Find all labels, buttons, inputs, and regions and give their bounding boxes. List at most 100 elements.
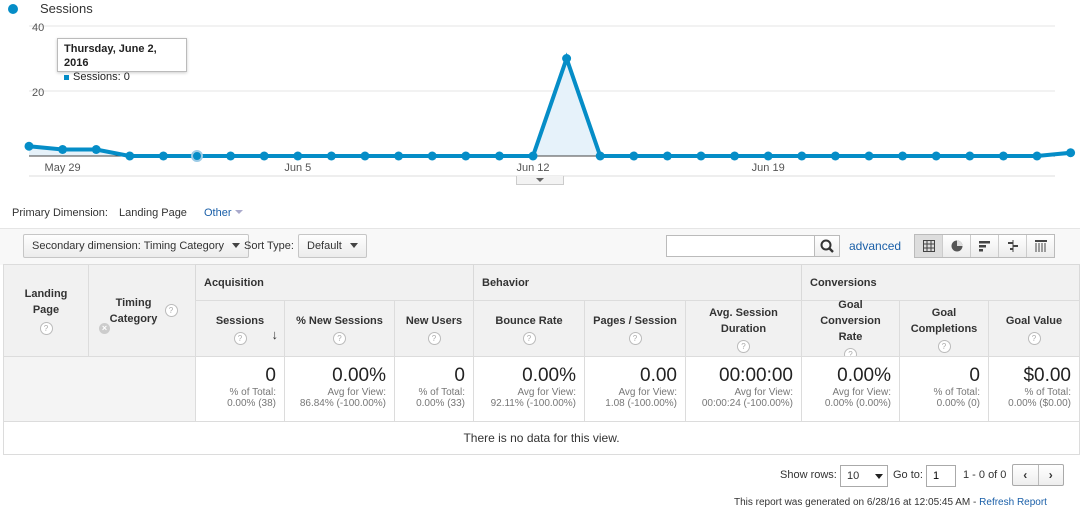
- total-caption: % of Total:: [229, 387, 276, 398]
- data-point: [730, 151, 740, 161]
- data-point: [931, 151, 941, 161]
- table-search-input[interactable]: [666, 235, 815, 257]
- pivot-view-icon[interactable]: [1027, 235, 1054, 257]
- data-table-view-icon[interactable]: [915, 235, 943, 257]
- metric-header-pages-session[interactable]: Pages / Session?: [584, 300, 686, 357]
- previous-page-button[interactable]: ‹: [1013, 465, 1039, 485]
- metric-header-label: New Users: [405, 314, 463, 327]
- metric-header-goal-completions[interactable]: Goal Completions?: [899, 300, 989, 357]
- data-point: [259, 151, 269, 161]
- total-value: 0.00%: [837, 365, 891, 386]
- data-point: [158, 151, 168, 161]
- help-icon[interactable]: ?: [427, 331, 441, 345]
- sessions-line-chart[interactable]: 40 20 May 29 Jun 5 Jun 12 Jun 19: [0, 0, 1080, 190]
- metric-header-label: Goal Completions: [910, 306, 978, 335]
- x-tick-label: Jun 5: [284, 162, 311, 174]
- landing-page-header-label: Landing Page: [24, 288, 68, 316]
- sort-type-value: Default: [307, 240, 342, 252]
- primary-dimension-landing-page[interactable]: Landing Page: [119, 207, 187, 219]
- performance-view-icon[interactable]: [971, 235, 999, 257]
- tooltip-series-swatch: [64, 74, 69, 80]
- data-point: [293, 151, 303, 161]
- goto-label: Go to:: [893, 469, 923, 481]
- total-value: 0.00: [640, 365, 677, 386]
- x-tick-label: Jun 19: [752, 162, 785, 174]
- data-point: [494, 151, 504, 161]
- data-point: [91, 145, 101, 154]
- show-rows-select[interactable]: 10: [840, 465, 888, 487]
- total-caption: Avg for View:: [327, 387, 386, 398]
- show-rows-label: Show rows:: [780, 469, 837, 481]
- total-value: 00:00:00: [719, 365, 793, 386]
- data-point: [763, 151, 773, 161]
- data-point: [898, 151, 908, 161]
- next-page-button[interactable]: ›: [1039, 465, 1064, 485]
- chevron-down-icon: [875, 474, 883, 483]
- help-icon[interactable]: ?: [39, 322, 53, 335]
- pie-chart-view-icon[interactable]: [943, 235, 971, 257]
- remove-dimension-icon[interactable]: ×: [99, 323, 110, 334]
- header-timing-category[interactable]: Timing Category ? ×: [88, 264, 196, 357]
- total-caption: Avg for View:: [517, 387, 576, 398]
- metric-header-goal-conversion-rate[interactable]: Goal Conversion Rate?: [801, 299, 900, 361]
- other-dropdown-caret-icon[interactable]: [234, 210, 243, 218]
- primary-dimension-bar: Primary Dimension: Landing Page Other: [12, 207, 243, 219]
- secondary-dimension-dropdown[interactable]: Secondary dimension: Timing Category: [23, 234, 249, 258]
- metric-header-goal-value[interactable]: Goal Value?: [988, 300, 1080, 357]
- metric-header-label: Pages / Session: [593, 314, 677, 327]
- metric-header-bounce-rate[interactable]: Bounce Rate?: [473, 300, 585, 357]
- help-icon[interactable]: ?: [164, 304, 178, 317]
- data-point: [24, 141, 34, 151]
- total-value: 0.00%: [332, 365, 386, 386]
- total-6: 00:00:00 Avg for View: 00:00:24 (-100.00%): [685, 356, 802, 422]
- help-icon[interactable]: ?: [233, 331, 247, 345]
- generated-timestamp: This report was generated on 6/28/16 at …: [734, 497, 977, 508]
- metric-header-sessions[interactable]: Sessions? ↓: [195, 300, 285, 357]
- data-point: [629, 151, 639, 161]
- metric-header-label: Bounce Rate: [495, 314, 563, 327]
- data-point: [662, 151, 672, 161]
- help-icon[interactable]: ?: [937, 339, 951, 353]
- report-generated-text: This report was generated on 6/28/16 at …: [734, 497, 1047, 508]
- help-icon[interactable]: ?: [737, 339, 750, 353]
- data-point: [427, 151, 437, 161]
- data-point: [864, 151, 874, 161]
- chart-collapse-toggle[interactable]: [516, 176, 564, 185]
- metric-header-avg-session-duration[interactable]: Avg. Session Duration?: [685, 300, 802, 357]
- metric-header--new-sessions[interactable]: % New Sessions?: [284, 300, 395, 357]
- data-point: [830, 151, 840, 161]
- primary-dimension-other[interactable]: Other: [204, 207, 232, 219]
- total-3: 0% of Total: 0.00% (33): [394, 356, 474, 422]
- total-caption: Avg for View:: [832, 387, 891, 398]
- help-icon[interactable]: ?: [1027, 331, 1041, 345]
- search-button[interactable]: [814, 235, 840, 257]
- data-point: [1066, 148, 1076, 158]
- comparison-view-icon[interactable]: [999, 235, 1027, 257]
- refresh-report-link[interactable]: Refresh Report: [979, 497, 1047, 508]
- help-icon[interactable]: ?: [628, 331, 642, 345]
- show-rows-value: 10: [847, 470, 860, 482]
- data-point: [125, 151, 135, 161]
- sort-descending-icon[interactable]: ↓: [272, 327, 279, 343]
- total-7: 0.00% Avg for View: 0.00% (0.00%): [801, 356, 900, 422]
- total-value: 0: [454, 365, 465, 386]
- total-5: 0.00 Avg for View: 1.08 (-100.00%): [584, 356, 686, 422]
- data-point: [360, 151, 370, 161]
- data-point: [226, 151, 236, 161]
- advanced-filter-link[interactable]: advanced: [849, 239, 901, 253]
- total-value: 0: [969, 365, 980, 386]
- total-8: 0% of Total: 0.00% (0): [899, 356, 989, 422]
- pagination-range: 1 - 0 of 0: [963, 469, 1007, 481]
- metric-header-new-users[interactable]: New Users?: [394, 300, 474, 357]
- header-landing-page[interactable]: Landing Page ?: [3, 264, 89, 357]
- help-icon[interactable]: ?: [333, 331, 346, 345]
- total-comparison: 0.00% ($0.00): [1008, 398, 1071, 409]
- help-icon[interactable]: ?: [522, 331, 536, 345]
- total-caption: Avg for View:: [734, 387, 793, 398]
- group-acquisition: Acquisition: [195, 264, 474, 301]
- goto-page-input[interactable]: [926, 465, 956, 487]
- sort-type-dropdown[interactable]: Default: [298, 234, 367, 258]
- x-tick-label: Jun 12: [516, 162, 549, 174]
- data-point: [595, 151, 605, 161]
- total-caption: Avg for View:: [618, 387, 677, 398]
